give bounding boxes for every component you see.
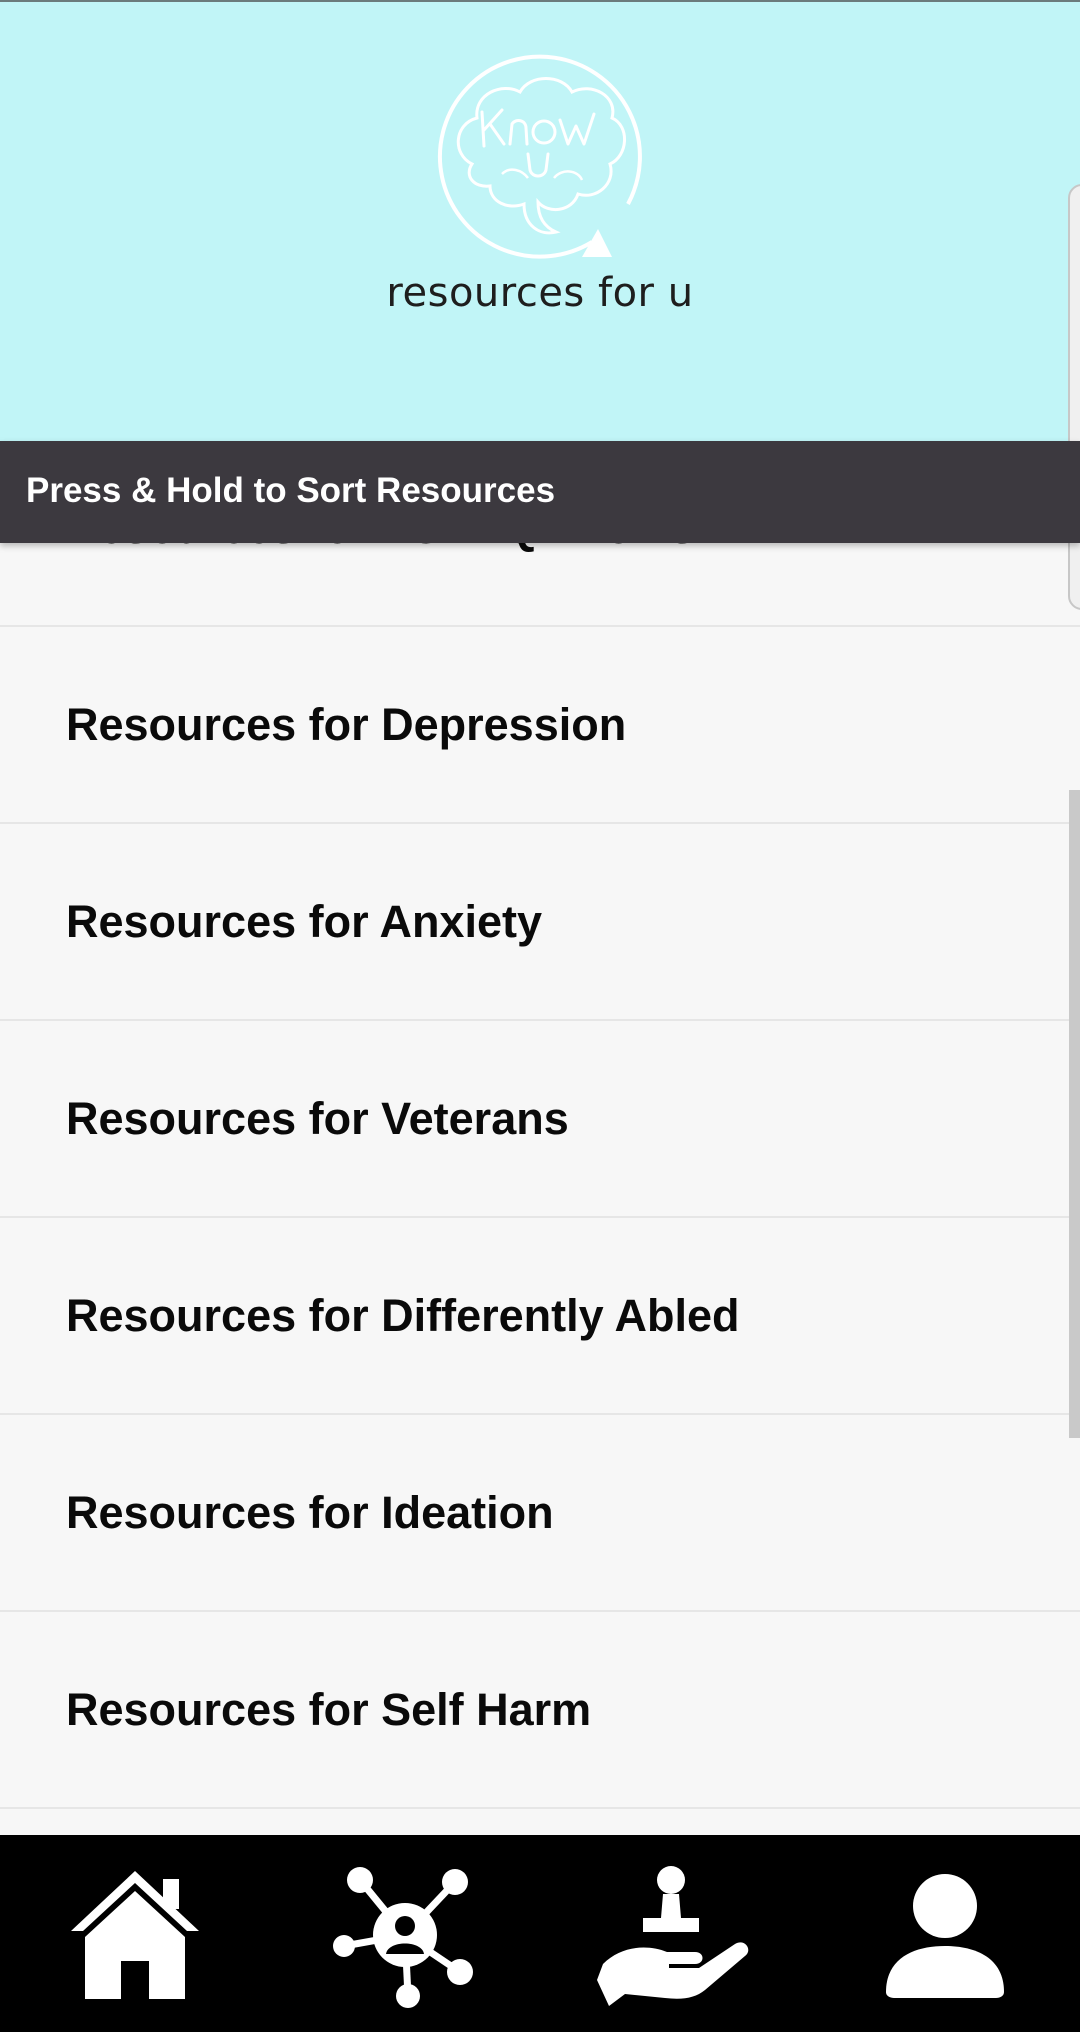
sort-instruction-label: Press & Hold to Sort Resources xyxy=(26,471,556,510)
list-item-lgbtq[interactable]: Resources for LGBTQ+ Folks xyxy=(0,541,1080,627)
list-scrollbar[interactable] xyxy=(1069,790,1080,1438)
list-item-self-harm[interactable]: Resources for Self Harm xyxy=(0,1612,1080,1809)
nav-network-button[interactable] xyxy=(320,1855,490,2015)
list-item-label: Resources for Ideation xyxy=(66,1487,554,1538)
list-item-label: Resources for Self Harm xyxy=(66,1684,592,1735)
list-item-label: Resources for Veterans xyxy=(66,1093,569,1144)
nav-profile-button[interactable] xyxy=(860,1855,1030,2015)
page-title: resources for u xyxy=(386,270,694,316)
list-item-anxiety[interactable]: Resources for Anxiety xyxy=(0,824,1080,1021)
home-icon xyxy=(71,1871,199,1999)
bottom-nav xyxy=(0,1835,1080,2032)
network-icon xyxy=(333,1867,473,2008)
list-item-ideation[interactable]: Resources for Ideation xyxy=(0,1415,1080,1612)
list-item-depression[interactable]: Resources for Depression xyxy=(0,627,1080,824)
app-header: resources for u xyxy=(0,0,1080,441)
helping-hand-icon xyxy=(597,1866,749,2006)
profile-icon xyxy=(886,1874,1004,1998)
list-item-differently-abled[interactable]: Resources for Differently Abled xyxy=(0,1218,1080,1415)
resource-list[interactable]: Resources for LGBTQ+ Folks Resources for… xyxy=(0,541,1080,1835)
list-item-label: Resources for Depression xyxy=(66,699,627,750)
list-item-label: Resources for Differently Abled xyxy=(66,1290,740,1341)
brain-logo-icon xyxy=(437,54,642,259)
side-panel-handle[interactable] xyxy=(1068,184,1080,610)
list-item-veterans[interactable]: Resources for Veterans xyxy=(0,1021,1080,1218)
nav-support-button[interactable] xyxy=(590,1855,760,2015)
sort-instruction-bar: Press & Hold to Sort Resources xyxy=(0,441,1080,543)
nav-home-button[interactable] xyxy=(50,1855,220,2015)
app-screen: resources for u Press & Hold to Sort Res… xyxy=(0,0,1080,2032)
list-item-label: Resources for Anxiety xyxy=(66,896,542,947)
